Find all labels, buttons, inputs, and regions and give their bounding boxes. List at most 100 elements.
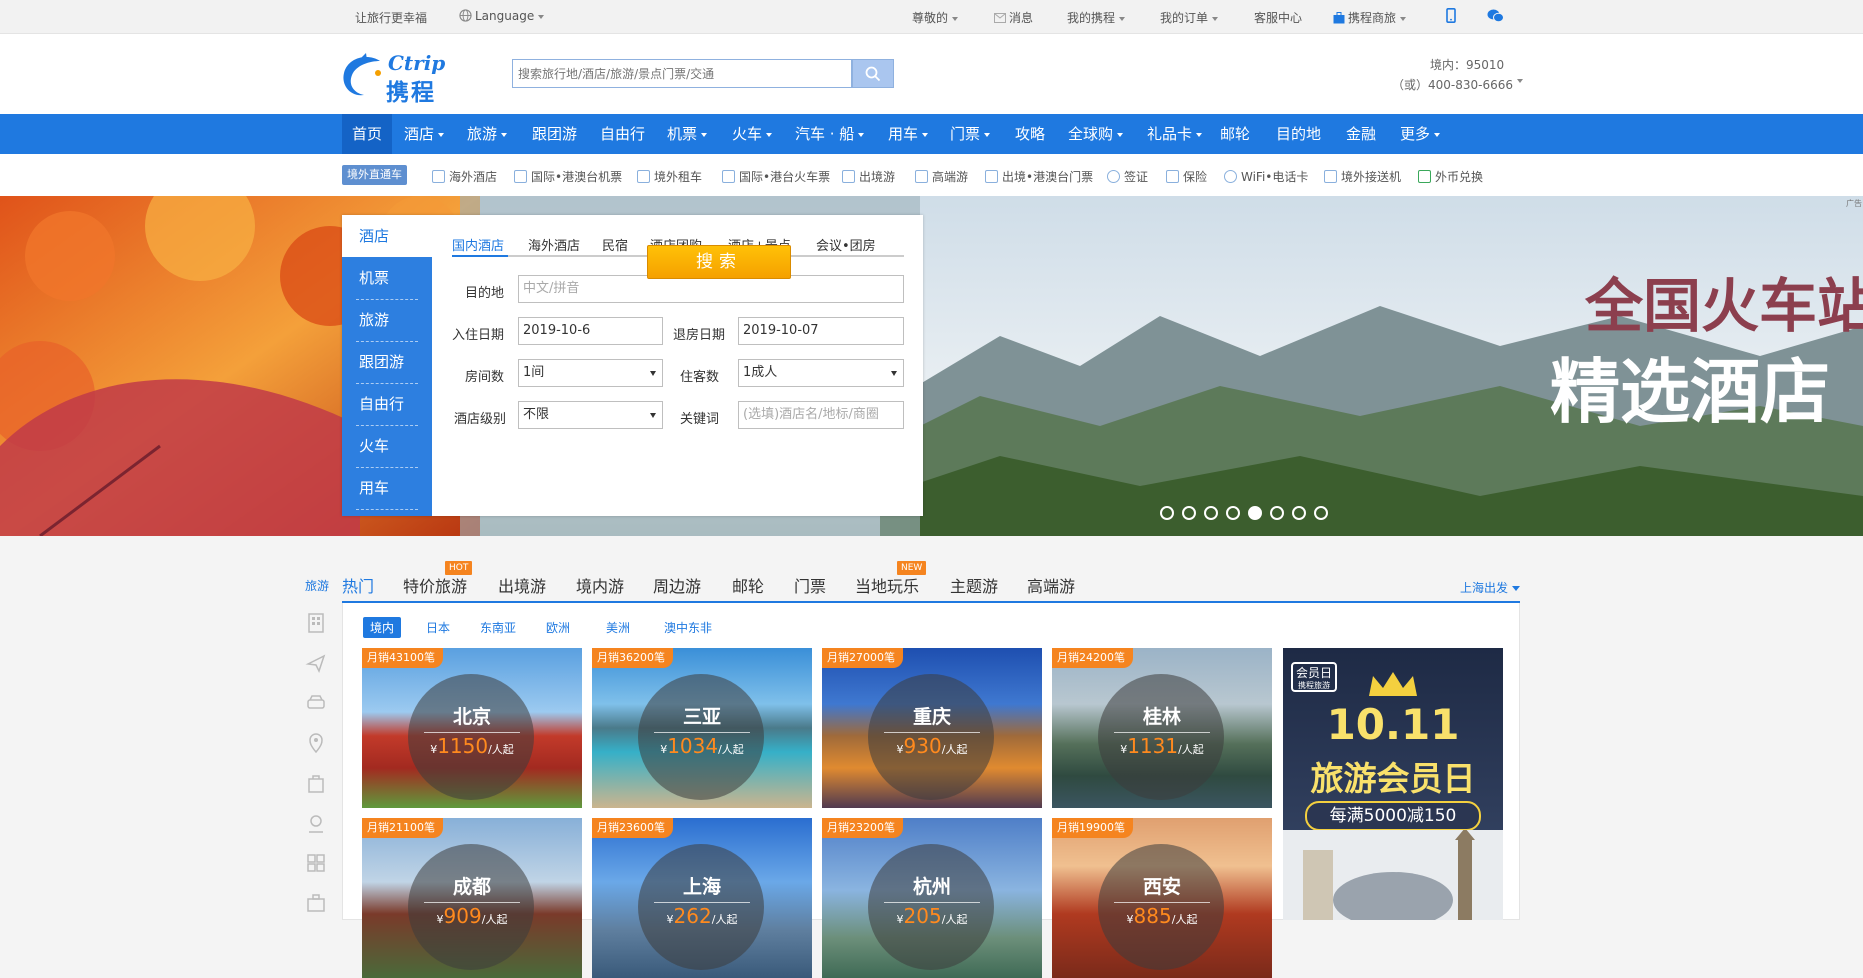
travel-tab-5[interactable]: 邮轮 <box>732 573 764 597</box>
grid-apps-icon[interactable] <box>305 852 327 874</box>
region-tab-1[interactable]: 日本 <box>419 617 457 638</box>
location-pin-icon[interactable] <box>305 732 327 754</box>
carousel-dot-4[interactable] <box>1226 506 1240 520</box>
subnav-item-0[interactable]: 海外酒店 <box>432 168 497 185</box>
my-trips-menu[interactable]: 我的携程 <box>1067 9 1126 26</box>
language-selector[interactable]: Language <box>459 9 545 23</box>
destination-card[interactable]: 月销24200笔 桂林 ¥1131/人起 <box>1052 648 1272 808</box>
nav-item-11[interactable]: 全球购 <box>1068 114 1124 154</box>
checkout-date-input[interactable]: 2019-10-07 <box>738 317 904 345</box>
subnav-item-5[interactable]: 高端游 <box>915 168 968 185</box>
region-tab-5[interactable]: 澳中东非 <box>657 617 719 638</box>
subnav-item-4[interactable]: 出境游 <box>842 168 895 185</box>
travel-tab-7[interactable]: 当地玩乐 NEW <box>855 561 927 597</box>
travel-tab-4[interactable]: 周边游 <box>653 573 701 597</box>
subnav-item-3[interactable]: 国际•港台火车票 <box>722 168 830 185</box>
booking-tab-6[interactable]: 用车 <box>342 467 432 509</box>
hotel-form-tab-2[interactable]: 民宿 <box>602 235 628 254</box>
destination-card[interactable]: 月销23600笔 上海 ¥262/人起 <box>592 818 812 978</box>
destination-input[interactable]: 中文/拼音 <box>518 275 904 303</box>
search-button[interactable] <box>852 59 894 88</box>
nav-item-1[interactable]: 酒店 <box>404 114 445 154</box>
travel-tab-0[interactable]: 热门 <box>342 573 374 597</box>
ctrip-logo[interactable]: Ctrip 携程 <box>340 49 465 106</box>
subnav-item-10[interactable]: 境外接送机 <box>1324 168 1401 185</box>
messages-link[interactable]: 消息 <box>994 9 1033 26</box>
plane-icon[interactable] <box>305 652 327 674</box>
destination-card[interactable]: 月销43100笔 北京 ¥1150/人起 <box>362 648 582 808</box>
nav-item-16[interactable]: 更多 <box>1400 114 1441 154</box>
travel-tab-1[interactable]: 特价旅游 HOT <box>403 561 473 597</box>
subnav-item-1[interactable]: 国际•港澳台机票 <box>514 168 622 185</box>
carousel-dot-6[interactable] <box>1270 506 1284 520</box>
car-icon[interactable] <box>305 692 327 714</box>
destination-card[interactable]: 月销19900笔 西安 ¥885/人起 <box>1052 818 1272 978</box>
rooms-select[interactable]: 1间 <box>518 359 663 387</box>
subnav-item-8[interactable]: 保险 <box>1166 168 1207 185</box>
nav-item-4[interactable]: 自由行 <box>600 114 645 154</box>
nav-item-7[interactable]: 汽车 · 船 <box>795 114 865 154</box>
hotel-building-icon[interactable] <box>305 612 327 634</box>
destination-card[interactable]: 月销36200笔 三亚 ¥1034/人起 <box>592 648 812 808</box>
travel-tab-8[interactable]: 主题游 <box>950 573 998 597</box>
subnav-item-6[interactable]: 出境•港澳台门票 <box>985 168 1093 185</box>
carousel-dot-2[interactable] <box>1182 506 1196 520</box>
nav-item-13[interactable]: 邮轮 <box>1220 114 1250 154</box>
travel-tab-2[interactable]: 出境游 <box>498 573 546 597</box>
map-pin-icon[interactable] <box>305 812 327 834</box>
region-tab-4[interactable]: 美洲 <box>599 617 637 638</box>
my-orders-menu[interactable]: 我的订单 <box>1160 9 1219 26</box>
carousel-dot-3[interactable] <box>1204 506 1218 520</box>
nav-item-5[interactable]: 机票 <box>667 114 708 154</box>
region-tab-3[interactable]: 欧洲 <box>539 617 577 638</box>
booking-tab-5[interactable]: 火车 <box>342 425 432 467</box>
booking-tab-2[interactable]: 旅游 <box>342 299 432 341</box>
merchant-menu[interactable]: 携程商旅 <box>1333 9 1407 26</box>
destination-card[interactable]: 月销21100笔 成都 ¥909/人起 <box>362 818 582 978</box>
hotel-form-tab-0[interactable]: 国内酒店 <box>452 235 504 254</box>
region-tab-0[interactable]: 境内 <box>363 617 402 638</box>
nav-item-2[interactable]: 旅游 <box>467 114 508 154</box>
travel-tab-9[interactable]: 高端游 <box>1027 573 1075 597</box>
greeting-menu[interactable]: 尊敬的 <box>912 9 959 26</box>
nav-item-0[interactable]: 首页 <box>342 114 393 154</box>
nav-item-8[interactable]: 用车 <box>888 114 929 154</box>
nav-item-12[interactable]: 礼品卡 <box>1147 114 1203 154</box>
hotel-search-button[interactable]: 搜索 <box>647 245 791 279</box>
shopping-bag-icon[interactable] <box>305 772 327 794</box>
booking-tab-4[interactable]: 自由行 <box>342 383 432 425</box>
hotel-form-tab-5[interactable]: 会议•团房 <box>816 235 876 254</box>
travel-tab-3[interactable]: 境内游 <box>576 573 624 597</box>
carousel-dot-7[interactable] <box>1292 506 1306 520</box>
destination-card[interactable]: 月销27000笔 重庆 ¥930/人起 <box>822 648 1042 808</box>
carousel-dot-5[interactable] <box>1248 506 1262 520</box>
booking-tab-3[interactable]: 跟团游 <box>342 341 432 383</box>
carousel-dot-1[interactable] <box>1160 506 1174 520</box>
region-tab-2[interactable]: 东南亚 <box>473 617 523 638</box>
carousel-dot-8[interactable] <box>1314 506 1328 520</box>
destination-card[interactable]: 月销23200笔 杭州 ¥205/人起 <box>822 818 1042 978</box>
hotline-alt[interactable]: （或）400-830-6666 <box>1392 76 1524 93</box>
booking-tab-1[interactable]: 机票 <box>342 257 432 299</box>
nav-item-9[interactable]: 门票 <box>950 114 991 154</box>
guests-select[interactable]: 1成人 <box>738 359 904 387</box>
departure-city-select[interactable]: 上海出发 <box>1460 579 1520 596</box>
service-center-link[interactable]: 客服中心 <box>1254 9 1302 26</box>
nav-item-10[interactable]: 攻略 <box>1015 114 1045 154</box>
hero-banner[interactable]: 全国火车站 精选酒店 广告 <box>0 196 1863 536</box>
hotel-form-tab-1[interactable]: 海外酒店 <box>528 235 580 254</box>
subnav-item-2[interactable]: 境外租车 <box>637 168 702 185</box>
suitcase-icon[interactable] <box>305 892 327 914</box>
booking-tab-0[interactable]: 酒店 <box>342 215 432 257</box>
subnav-item-7[interactable]: 签证 <box>1107 168 1148 185</box>
subnav-item-9[interactable]: WiFi•电话卡 <box>1224 168 1308 185</box>
nav-item-6[interactable]: 火车 <box>732 114 773 154</box>
travel-tab-6[interactable]: 门票 <box>794 573 826 597</box>
keyword-input[interactable]: (选填)酒店名/地标/商圈 <box>738 401 904 429</box>
checkin-date-input[interactable]: 2019-10-6 <box>518 317 663 345</box>
nav-item-14[interactable]: 目的地 <box>1276 114 1321 154</box>
member-day-promo[interactable]: 会员日 携程旅游 10.11 旅游会员日 每满5000减150 <box>1283 648 1503 920</box>
search-input[interactable] <box>513 60 851 87</box>
hotel-level-select[interactable]: 不限 <box>518 401 663 429</box>
wechat-link[interactable] <box>1487 9 1504 26</box>
